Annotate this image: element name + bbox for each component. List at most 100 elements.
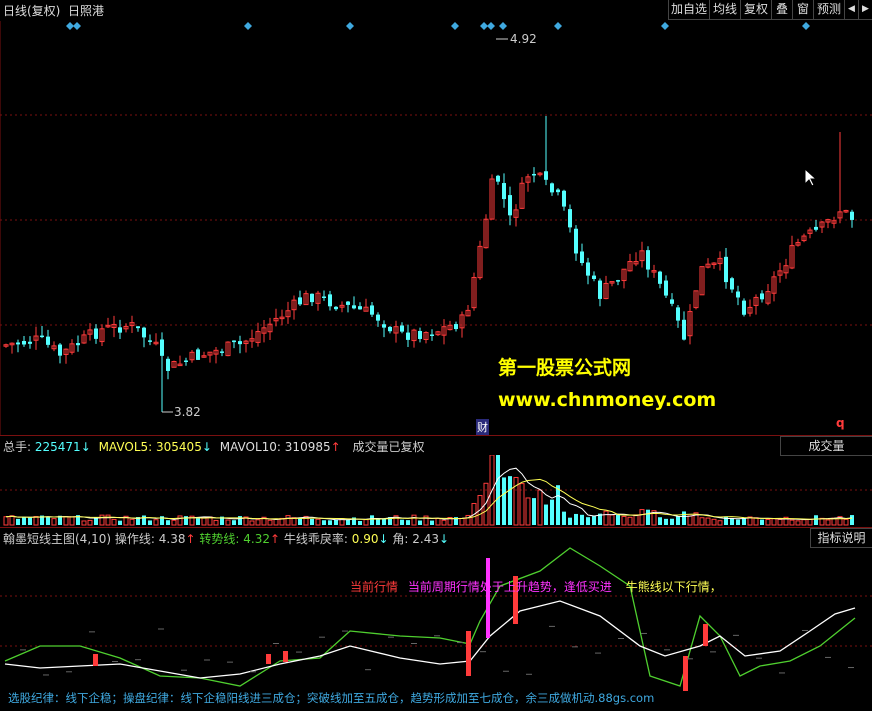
volume-bar bbox=[418, 520, 422, 525]
volume-bar bbox=[568, 517, 572, 525]
volume-bar bbox=[664, 518, 668, 525]
operation-line bbox=[4, 600, 856, 679]
volume-bar bbox=[22, 517, 26, 525]
bull-label: 牛线乖戾率: bbox=[283, 532, 348, 546]
add-watchlist-button[interactable]: 加自选 bbox=[668, 0, 709, 20]
volume-bar bbox=[171, 519, 177, 526]
indicator-chart[interactable] bbox=[0, 546, 872, 711]
candle-body bbox=[376, 314, 380, 321]
candle-body bbox=[160, 339, 164, 356]
volume-bar bbox=[16, 518, 20, 525]
candle-body bbox=[322, 296, 326, 299]
volume-bar bbox=[376, 518, 380, 525]
candle-body bbox=[370, 305, 374, 315]
volume-bar bbox=[789, 519, 795, 526]
total-value: 225471 bbox=[34, 440, 81, 454]
volume-bar bbox=[322, 520, 326, 525]
candle-body bbox=[40, 335, 44, 338]
volume-bar bbox=[87, 519, 93, 526]
mavol10-line bbox=[5, 478, 853, 520]
candle-body bbox=[430, 334, 434, 336]
candle-body bbox=[676, 307, 680, 321]
adjust-button[interactable]: 复权 bbox=[740, 0, 771, 20]
candle-body bbox=[46, 336, 50, 345]
candle-body bbox=[646, 250, 650, 270]
overlay-button[interactable]: 叠 bbox=[771, 0, 792, 20]
candle-body bbox=[586, 262, 590, 276]
next-icon[interactable]: ▶ bbox=[858, 0, 872, 20]
signal-diamond-icon bbox=[499, 22, 507, 30]
candle-body bbox=[496, 175, 500, 182]
panel-divider bbox=[0, 435, 872, 436]
volume-bar bbox=[586, 517, 590, 525]
indicator-name: 翰墨短线主图(4,10) bbox=[3, 532, 112, 546]
total-arrow: ↓ bbox=[80, 440, 91, 454]
volume-bar bbox=[213, 519, 219, 526]
signal-bar bbox=[93, 654, 98, 666]
volume-bar bbox=[363, 519, 369, 526]
volume-bar bbox=[129, 518, 135, 526]
volume-bar bbox=[724, 516, 728, 525]
volume-bar bbox=[400, 519, 404, 525]
candle-body bbox=[310, 293, 314, 303]
candle-body bbox=[742, 300, 746, 315]
mavol5-label: MAVOL5: bbox=[98, 440, 153, 454]
msg-red: 当前行情 bbox=[350, 580, 399, 594]
volume-bar bbox=[51, 518, 57, 526]
candle-body bbox=[136, 326, 140, 329]
volume-bar bbox=[63, 516, 69, 526]
volume-bar bbox=[33, 515, 39, 526]
volume-bar bbox=[658, 517, 662, 525]
volume-bar bbox=[771, 518, 777, 526]
signal-diamond-icon bbox=[73, 22, 81, 30]
volume-note: 成交量已复权 bbox=[352, 440, 425, 454]
volume-bar bbox=[3, 516, 9, 526]
volume-bar bbox=[496, 455, 500, 525]
volume-bar bbox=[99, 514, 105, 526]
candle-body bbox=[94, 328, 98, 339]
signal-bar bbox=[466, 631, 471, 676]
forecast-button[interactable]: 预测 bbox=[813, 0, 844, 20]
prev-icon[interactable]: ◀ bbox=[844, 0, 858, 20]
candle-body bbox=[616, 280, 620, 282]
low-price-label: 3.82 bbox=[174, 405, 201, 419]
signal-diamond-icon bbox=[480, 22, 488, 30]
volume-bar bbox=[736, 519, 740, 525]
candle-body bbox=[298, 297, 302, 305]
signal-diamond-icon bbox=[244, 22, 252, 30]
candle-body bbox=[556, 189, 560, 193]
candle-body bbox=[598, 280, 602, 299]
volume-bar bbox=[687, 515, 693, 526]
indicator-help-button[interactable]: 指标说明 bbox=[810, 528, 872, 548]
volume-bar bbox=[148, 520, 152, 525]
signal-diamond-icon bbox=[66, 22, 74, 30]
signal-diamond-icon bbox=[451, 22, 459, 30]
volume-chart[interactable] bbox=[0, 455, 872, 527]
msg-magenta: 当前周期行情处于上升趋势，逢低买进 bbox=[407, 580, 612, 594]
window-button[interactable]: 窗 bbox=[792, 0, 813, 20]
volume-bar bbox=[267, 519, 273, 526]
volume-bar bbox=[411, 514, 417, 526]
volume-bar bbox=[670, 518, 674, 525]
volume-bar bbox=[639, 509, 645, 526]
indicator-message: 当前行情 当前周期行情处于上升趋势，逢低买进 牛熊线以下行情， bbox=[350, 578, 722, 595]
volume-selector[interactable]: 成交量 bbox=[780, 436, 872, 456]
candle-body bbox=[592, 275, 596, 279]
turn-arrow: ↑ bbox=[270, 532, 281, 546]
candlestick-chart[interactable] bbox=[0, 20, 872, 435]
period-label[interactable]: 日线(复权) bbox=[3, 2, 60, 19]
volume-bar bbox=[765, 519, 771, 526]
signal-bar bbox=[486, 558, 490, 638]
moving-average-button[interactable]: 均线 bbox=[709, 0, 740, 20]
volume-bar bbox=[435, 517, 441, 526]
candle-body bbox=[388, 326, 392, 332]
volume-bar bbox=[382, 518, 386, 525]
volume-bar bbox=[580, 514, 584, 525]
candle-body bbox=[148, 340, 152, 342]
indicator-footer: 选股纪律：线下企稳；操盘纪律：线下企稳阳线进三成仓；突破线加至五成仓，趋势形成加… bbox=[8, 691, 655, 705]
volume-bar bbox=[574, 513, 578, 525]
event-marker[interactable]: 财 bbox=[476, 419, 489, 435]
candle-body bbox=[166, 358, 170, 371]
signal-diamond-icon bbox=[487, 22, 495, 30]
volume-bar bbox=[201, 517, 207, 526]
